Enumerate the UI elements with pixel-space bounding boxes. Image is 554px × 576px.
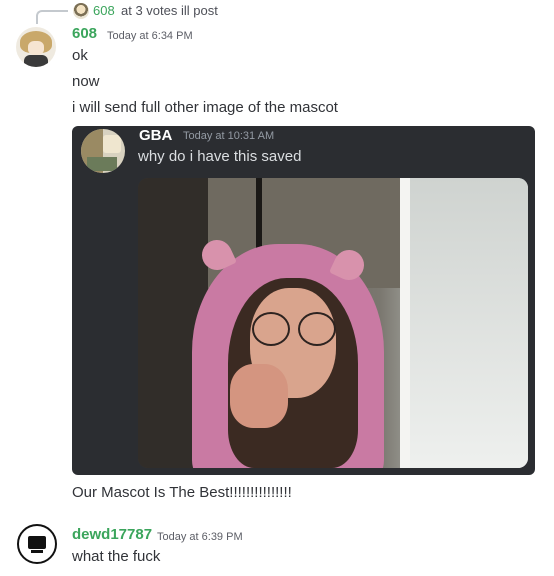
avatar[interactable]: [17, 524, 57, 564]
reply-preview-text[interactable]: at 3 votes ill post: [121, 3, 218, 18]
embed-text: why do i have this saved: [138, 148, 302, 165]
embed-timestamp: Today at 10:31 AM: [183, 130, 275, 142]
embed-photo[interactable]: [138, 178, 528, 468]
avatar-body: [24, 55, 48, 67]
embedded-image-card[interactable]: GBA Today at 10:31 AM why do i have this…: [72, 126, 535, 475]
computer-icon: [28, 536, 46, 549]
reply-avatar[interactable]: [73, 3, 89, 19]
message-timestamp: Today at 6:39 PM: [157, 531, 243, 543]
avatar-face: [28, 41, 44, 55]
message-caption: Our Mascot Is The Best!!!!!!!!!!!!!!!: [72, 484, 292, 501]
message-line: now: [72, 73, 100, 90]
embed-avatar: [81, 129, 125, 173]
message-username[interactable]: 608: [72, 25, 97, 42]
avatar[interactable]: [16, 27, 56, 67]
reply-spine: [36, 10, 68, 24]
message-line: what the fuck: [72, 548, 161, 565]
message-line: ok: [72, 47, 88, 64]
reply-username[interactable]: 608: [93, 3, 115, 18]
message-timestamp: Today at 6:34 PM: [107, 30, 193, 42]
embed-username: GBA: [139, 127, 173, 144]
message-username[interactable]: dewd17787: [72, 526, 152, 543]
message-line: i will send full other image of the masc…: [72, 99, 338, 116]
